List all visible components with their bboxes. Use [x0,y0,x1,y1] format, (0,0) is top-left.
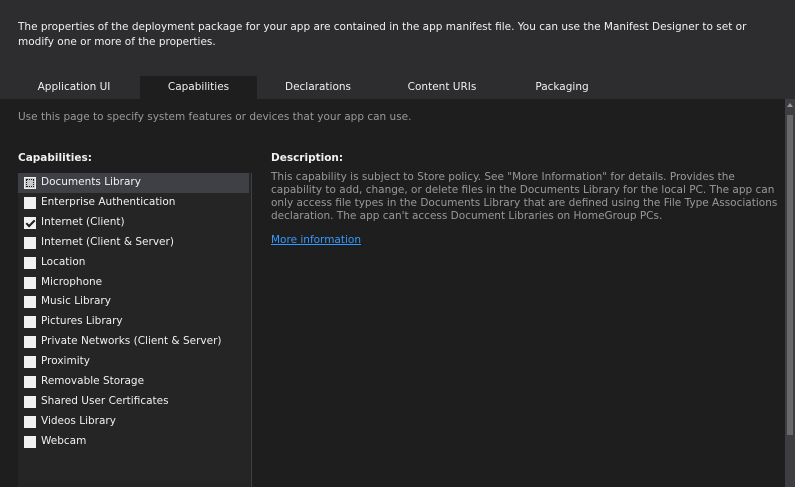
manifest-designer: The properties of the deployment package… [0,0,795,487]
capability-label: Internet (Client) [41,215,125,228]
capability-item[interactable]: Location [18,253,249,273]
description-heading: Description: [271,152,344,164]
tab-declarations[interactable]: Declarations [258,76,378,99]
tab-packaging[interactable]: Packaging [503,76,621,99]
capabilities-page: Use this page to specify system features… [0,99,795,487]
capability-checkbox[interactable] [24,177,36,189]
capability-checkbox[interactable] [24,395,36,408]
capability-label: Documents Library [41,176,141,188]
capability-label: Microphone [41,275,103,288]
capability-label: Enterprise Authentication [41,195,176,208]
capability-item[interactable]: Microphone [18,273,249,293]
capability-checkbox[interactable] [24,276,36,289]
capability-item[interactable]: Internet (Client) [18,213,249,233]
capability-label: Videos Library [41,414,116,427]
capability-item[interactable]: Removable Storage [18,372,249,392]
capability-item[interactable]: Documents Library [18,173,249,193]
capability-item[interactable]: Enterprise Authentication [18,193,249,213]
capability-item[interactable]: Videos Library [18,412,249,432]
capability-label: Pictures Library [41,315,123,328]
capability-item[interactable]: Private Networks (Client & Server) [18,332,249,352]
capability-checkbox[interactable] [24,376,36,388]
header-panel: The properties of the deployment package… [0,0,795,76]
capability-item[interactable]: Webcam [18,432,249,452]
header-description: The properties of the deployment package… [18,21,747,48]
capability-label: Music Library [41,295,111,308]
capability-item[interactable]: Pictures Library [18,312,249,332]
capability-label: Shared User Certificates [41,394,169,407]
capability-checkbox[interactable] [24,316,36,329]
tab-content-uris[interactable]: Content URIs [382,76,502,99]
capability-checkbox[interactable] [24,356,36,369]
capability-item[interactable]: Internet (Client & Server) [18,233,249,253]
capability-checkbox[interactable] [24,415,36,428]
capability-label: Internet (Client & Server) [41,235,174,248]
capability-checkbox[interactable] [24,236,36,249]
capability-label: Removable Storage [41,375,145,387]
capability-label: Proximity [41,355,90,368]
vertical-scrollbar[interactable] [785,99,795,487]
capabilities-list: Documents Library Enterprise Authenticati… [18,173,252,487]
page-intro: Use this page to specify system features… [18,111,412,123]
capability-checkbox[interactable] [24,256,36,269]
capability-checkbox[interactable] [24,296,36,309]
capability-item[interactable]: Shared User Certificates [18,392,249,412]
tab-application-ui[interactable]: Application UI [0,76,148,99]
capability-checkbox[interactable] [24,336,36,349]
capability-checkbox[interactable] [24,216,36,229]
tab-capabilities[interactable]: Capabilities [140,76,257,99]
capability-label: Webcam [41,434,87,447]
capability-item[interactable]: Music Library [18,292,249,312]
description-text: This capability is subject to Store poli… [271,171,778,222]
capability-label: Private Networks (Client & Server) [41,335,222,348]
scroll-thumb[interactable] [787,115,793,435]
capability-checkbox[interactable] [24,435,36,448]
more-information-link[interactable]: More information [271,234,361,246]
capability-label: Location [41,255,86,268]
capabilities-heading: Capabilities: [18,152,92,164]
capability-checkbox[interactable] [24,196,36,209]
tab-bar: Application UI Capabilities Declarations… [0,76,795,99]
scroll-up-arrow-icon[interactable] [787,103,793,107]
capability-item[interactable]: Proximity [18,352,249,372]
